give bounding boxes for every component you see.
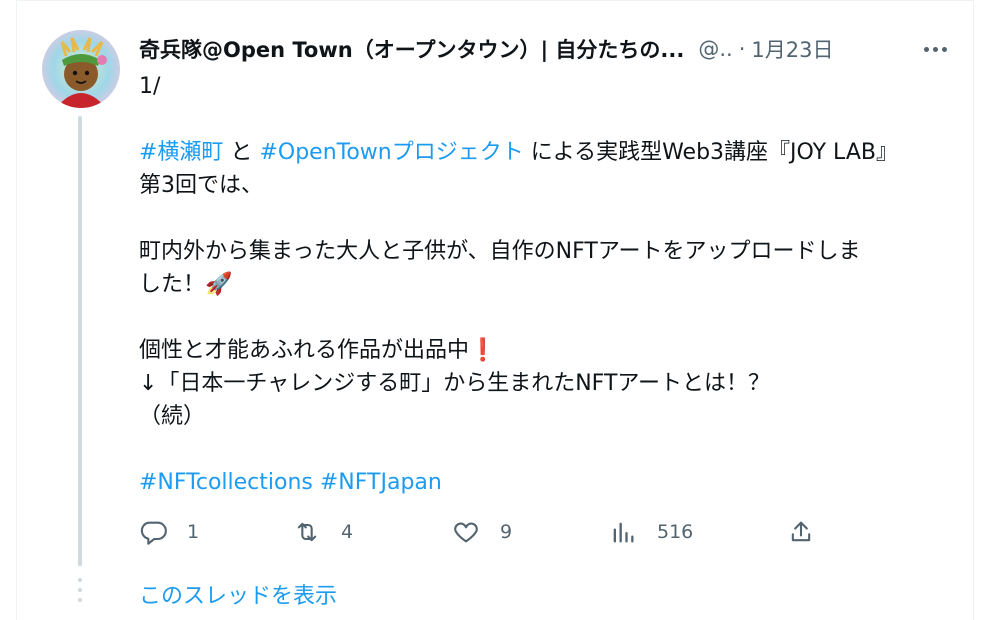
tweet-line: 個性と才能あふれる作品が出品中❗	[139, 334, 939, 367]
hashtag-link[interactable]: #OpenTownプロジェクト	[259, 140, 523, 165]
tweet-line	[139, 433, 939, 466]
avatar-image	[42, 30, 120, 108]
author-handle[interactable]: @..	[698, 37, 732, 61]
tweet-text-segment	[139, 437, 146, 462]
hashtag-link[interactable]: #横瀬町	[139, 140, 223, 165]
like-button[interactable]: 9	[452, 514, 512, 550]
tweet-line: した！🚀	[139, 268, 939, 301]
hashtag-link[interactable]: #NFTcollections	[139, 470, 313, 495]
thread-dots	[78, 578, 82, 612]
tweet-line: 町内外から集まった大人と子供が、自作のNFTアートをアップロードしま	[139, 235, 939, 268]
tweet-line	[139, 301, 939, 334]
avatar[interactable]	[42, 30, 120, 108]
tweet-header: 奇兵隊@Open Town（オープンタウン）| 自分たちの... @.. · 1…	[139, 32, 939, 66]
reply-count: 1	[187, 521, 200, 543]
tweet-text-segment: 個性と才能あふれる作品が出品中❗	[139, 338, 497, 363]
tweet-line	[139, 103, 939, 136]
share-button[interactable]	[787, 514, 815, 550]
header-separator: ·	[738, 37, 746, 61]
tweet-line: （続）	[139, 400, 939, 433]
reply-icon	[140, 521, 167, 545]
reply-button[interactable]: 1	[139, 514, 199, 550]
views-count: 516	[657, 521, 694, 543]
tweet-line: #横瀬町 と #OpenTownプロジェクト による実践型Web3講座『JOY …	[139, 136, 939, 169]
more-icon[interactable]	[920, 36, 950, 62]
views-icon	[613, 522, 634, 543]
tweet-line: 第3回では、	[139, 169, 939, 202]
tweet-line	[139, 202, 939, 235]
tweet-line: #NFTcollections #NFTJapan	[139, 466, 939, 499]
tweet-text-segment: ↓「日本一チャレンジする町」から生まれたNFTアートとは！？	[139, 371, 771, 396]
show-thread-link[interactable]: このスレッドを表示	[139, 578, 337, 610]
like-count: 9	[500, 521, 513, 543]
tweet-text-segment: 1/	[139, 74, 161, 99]
hashtag-link[interactable]: #NFTJapan	[320, 470, 442, 495]
like-icon	[454, 522, 478, 543]
tweet-text-segment: と	[223, 140, 260, 165]
tweet-text-segment	[139, 206, 146, 231]
author-name[interactable]: 奇兵隊@Open Town（オープンタウン）| 自分たちの...	[139, 34, 684, 64]
tweet-text-segment: した！🚀	[139, 272, 233, 297]
tweet-text-segment	[139, 305, 146, 330]
tweet-text-segment: 町内外から集まった大人と子供が、自作のNFTアートをアップロードしま	[139, 239, 861, 264]
tweet-line: ↓「日本一チャレンジする町」から生まれたNFTアートとは！？	[139, 367, 939, 400]
retweet-icon	[297, 522, 317, 542]
tweet-actions: 1 4 9 516	[139, 514, 829, 550]
retweet-count: 4	[341, 521, 354, 543]
tweet-text: 1/ #横瀬町 と #OpenTownプロジェクト による実践型Web3講座『J…	[139, 70, 939, 499]
tweet-line: 1/	[139, 70, 939, 103]
tweet-text-segment	[313, 470, 320, 495]
tweet-date[interactable]: 1月23日	[751, 34, 833, 64]
views-button[interactable]: 516	[609, 514, 693, 550]
tweet-text-segment: （続）	[139, 404, 206, 429]
tweet-text-segment: 第3回では、	[139, 173, 263, 198]
retweet-button[interactable]: 4	[293, 514, 353, 550]
share-icon	[791, 521, 811, 542]
tweet-text-segment	[139, 107, 146, 132]
thread-line	[78, 116, 82, 566]
tweet-text-segment: による実践型Web3講座『JOY LAB』	[523, 140, 898, 165]
